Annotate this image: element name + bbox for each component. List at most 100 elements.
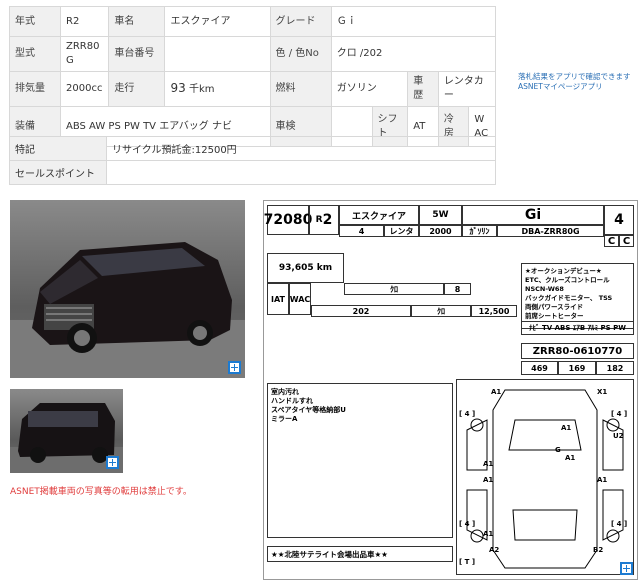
- sheet-color-no: 202: [352, 306, 370, 316]
- sheet-cc: 2000: [429, 226, 452, 236]
- damage-mark: A1: [483, 460, 494, 468]
- sheet-cc-cell: 2000: [419, 225, 462, 237]
- mileage-label: 走行: [108, 71, 166, 107]
- damage-mark: U2: [613, 432, 624, 440]
- sheet-fuel: ｶﾞｿﾘﾝ: [469, 226, 490, 236]
- vehicle-photo-thumb[interactable]: [10, 389, 123, 473]
- tire-label: [ 4 ]: [459, 520, 476, 528]
- sheet-inspector-note: スペアタイヤ等格納部U: [271, 406, 346, 414]
- notes-row-special: 特記 リサイクル預託金:12500円: [9, 136, 496, 161]
- sheet-damage-diagram: A1 X1 A1 U2 G A1 A1 A1 A1 A1 A2 B2 [ 4 ]…: [456, 379, 634, 575]
- sheet-inspector-note: ミラーA: [271, 415, 298, 423]
- damage-mark: A1: [597, 476, 608, 484]
- sheet-usage: レンタ: [389, 226, 414, 236]
- sheet-height: 169: [568, 363, 586, 373]
- sheet-color2: ｸﾛ: [437, 306, 445, 316]
- sheet-month: 4: [358, 226, 365, 236]
- damage-mark: A2: [489, 546, 500, 554]
- sheet-width: 182: [606, 363, 624, 373]
- sheet-usage-cell: レンタ: [384, 225, 419, 237]
- damage-mark: X1: [597, 388, 608, 396]
- sheet-recycle-cell: 12,500: [471, 305, 517, 317]
- sheet-recycle: 12,500: [478, 306, 510, 316]
- tire-label: [ 4 ]: [611, 410, 628, 418]
- sheet-sales-point: NSCN-W68: [525, 285, 564, 293]
- zoom-icon[interactable]: [228, 361, 241, 374]
- displacement-label: 排気量: [9, 71, 61, 107]
- vehicle-front-image: [10, 242, 245, 378]
- sheet-color-no-cell: 202: [311, 305, 411, 317]
- sheet-frame: ZRR80-0610770: [532, 345, 623, 357]
- type-label: 型式: [9, 36, 61, 72]
- spec-row-1: 年式 R2 車名 エスクァイア グレード Ｇｉ: [9, 6, 497, 37]
- sheet-ext-grade: C: [622, 235, 631, 247]
- chassis-value: [164, 36, 271, 72]
- sales-point-value: [106, 160, 496, 185]
- sheet-inspector-note: ハンドルすれ: [271, 397, 313, 405]
- sheet-seats-cell: 8: [444, 283, 471, 295]
- sheet-year: 2: [322, 212, 333, 228]
- sheet-width-cell: 182: [596, 361, 634, 375]
- mileage-unit: 千km: [188, 84, 215, 95]
- special-value: リサイクル預託金:12500円: [106, 136, 496, 161]
- mileage-value: 93 千km: [164, 71, 271, 107]
- color-value: クロ /202: [330, 36, 497, 72]
- grade-label: グレード: [269, 6, 332, 37]
- sheet-venue-note-cell: ★★北陸サテライト会場出品車★★: [267, 546, 453, 562]
- sheet-sales-point: バックガイドモニター、 TSS: [525, 294, 613, 302]
- mileage-number: 93: [170, 81, 186, 95]
- zoom-icon[interactable]: [106, 456, 119, 469]
- sheet-inspector-notes: 室内汚れ ハンドルすれ スペアタイヤ等格納部U ミラーA: [267, 383, 453, 538]
- history-label: 車歴: [407, 71, 439, 107]
- sheet-type-cell: DBA-ZRR80G: [497, 225, 604, 237]
- color-label: 色 / 色No: [269, 36, 332, 72]
- sheet-color2-cell: ｸﾛ: [411, 305, 471, 317]
- asnet-note-line2: ASNETマイページアプリ: [518, 82, 603, 91]
- sheet-lot: 72080: [263, 212, 313, 228]
- sheet-length: 469: [531, 363, 548, 373]
- type-value: ZRR80G: [59, 36, 110, 72]
- sheet-sales-point: ETC、クルーズコントロール: [525, 276, 610, 284]
- displacement-value: 2000cc: [59, 71, 110, 107]
- tire-label: [ T ]: [459, 558, 476, 566]
- sheet-seats: 8: [454, 284, 461, 294]
- sheet-mileage: 93,605 km: [278, 263, 333, 273]
- sheet-int-grade: C: [607, 235, 616, 247]
- tire-number: 4: [616, 520, 622, 528]
- sheet-inspector-note: 室内汚れ: [271, 388, 299, 396]
- sheet-type-code: DBA-ZRR80G: [521, 226, 580, 236]
- zoom-icon[interactable]: [620, 562, 633, 575]
- sheet-int-grade-cell: C: [604, 235, 619, 247]
- year-value: R2: [59, 6, 110, 37]
- copy-notice: ASNET掲載車両の写真等の転用は禁止です。: [10, 487, 192, 497]
- sheet-mileage-cell: 93,605 km: [267, 253, 344, 283]
- sheet-grade: Gi: [524, 207, 542, 223]
- notes-row-sales-point: セールスポイント: [9, 160, 496, 185]
- asnet-app-link[interactable]: 落札結果をアプリで確認できます ASNETマイページアプリ: [518, 72, 643, 92]
- tire-number: T: [464, 558, 470, 566]
- vehicle-photo-main[interactable]: [10, 200, 245, 378]
- sheet-grade-cell: Gi: [462, 205, 604, 225]
- notes-table: 特記 リサイクル預託金:12500円 セールスポイント: [9, 136, 496, 185]
- sheet-color: ｸﾛ: [390, 284, 398, 294]
- tire-number: 4: [616, 410, 622, 418]
- fuel-label: 燃料: [269, 71, 332, 107]
- sheet-equip: ﾅﾋﾞ TV ABS ｴｱB ｱﾙﾐ PS PW: [529, 324, 626, 332]
- sheet-venue-note: ★★北陸サテライト会場出品車★★: [271, 549, 388, 559]
- chassis-label: 車台番号: [108, 36, 166, 72]
- model-label: 車名: [108, 6, 166, 37]
- tire-number: 4: [464, 520, 470, 528]
- damage-mark: A1: [491, 388, 502, 396]
- sheet-frame-cell: ZRR80-0610770: [521, 343, 634, 359]
- damage-mark: G: [555, 446, 561, 454]
- sheet-length-cell: 469: [521, 361, 558, 375]
- sheet-trans: IAT: [270, 294, 285, 304]
- auction-sheet[interactable]: 72080 R 2 エスクァイア 5W Gi 4 4 レンタ 2000 ｶﾞｿﾘ…: [263, 200, 638, 580]
- sheet-trans-cell: IAT: [267, 283, 289, 315]
- sheet-equip-cell: ﾅﾋﾞ TV ABS ｴｱB ｱﾙﾐ PS PW: [521, 321, 634, 335]
- grade-value: Ｇｉ: [330, 6, 497, 37]
- sheet-doors: 5W: [432, 210, 449, 220]
- fuel-value: ガソリン: [330, 71, 409, 107]
- damage-mark: A1: [561, 424, 572, 432]
- sheet-sales-points: ★オークションデビュー★ ETC、クルーズコントロール NSCN-W68 バック…: [521, 263, 634, 329]
